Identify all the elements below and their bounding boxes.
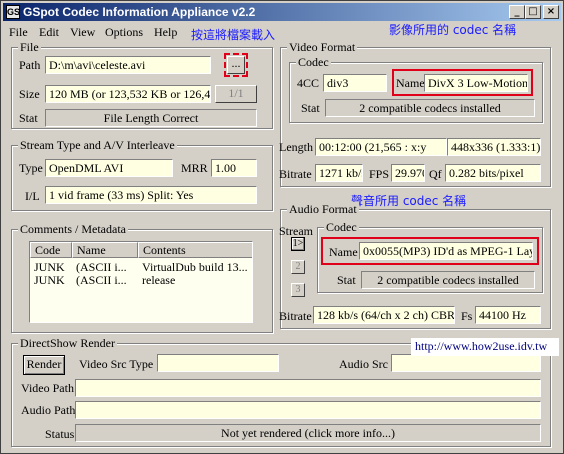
file-stat-field: File Length Correct xyxy=(45,109,257,127)
type-field: OpenDML AVI xyxy=(45,159,173,177)
dims-field: 448x336 (1.333:1) [=16 xyxy=(447,138,541,156)
audio-stat-label: Stat xyxy=(337,273,356,287)
video-stat-label: Stat xyxy=(301,101,320,115)
qf-label: Qf xyxy=(429,167,442,181)
audio-name-label: Name xyxy=(329,245,358,259)
size-field: 120 MB (or 123,532 KB or 126,4! xyxy=(45,85,211,103)
audio-format-title: Audio Format xyxy=(287,202,359,216)
audio-codec-annotation: 聲音所用 codec 名稱 xyxy=(351,194,467,208)
fs-field: 44100 Hz xyxy=(475,306,541,324)
video-bitrate-field: 1271 kb/s xyxy=(315,164,363,182)
comment-row-1-contents: VirtualDub build 13... xyxy=(142,260,248,274)
stat-label: Stat xyxy=(19,111,38,125)
file-group-title: File xyxy=(18,40,41,54)
video-src-type-field xyxy=(157,354,279,372)
column-header-code[interactable]: Code xyxy=(30,242,72,258)
menu-edit[interactable]: Edit xyxy=(39,25,59,40)
audio-stream-1-button[interactable]: 1> xyxy=(291,237,305,251)
status-field: Not yet rendered (click more info...) xyxy=(75,424,541,442)
path-label: Path xyxy=(19,58,41,72)
audio-bitrate-label: Bitrate xyxy=(279,309,312,323)
window-title: GSpot Codec Information Appliance v2.2 xyxy=(23,5,256,19)
comment-row-1-name: (ASCII i... xyxy=(76,260,127,274)
video-bitrate-label: Bitrate xyxy=(279,167,312,181)
column-header-name[interactable]: Name xyxy=(72,242,138,258)
close-icon[interactable]: × xyxy=(543,5,559,19)
il-label: I/L xyxy=(25,189,40,203)
browse-highlight xyxy=(224,53,248,77)
menu-help[interactable]: Help xyxy=(154,25,177,40)
fps-label: FPS xyxy=(369,167,390,181)
comment-row-2-code: JUNK xyxy=(34,273,65,287)
comment-row-2-contents: release xyxy=(142,273,176,287)
video-codec-title: Codec xyxy=(296,55,331,69)
length-field: 00:12:00 (21,565 : x:y xyxy=(315,138,447,156)
video-path-field xyxy=(75,379,541,397)
comment-row-2-name: (ASCII i... xyxy=(76,273,127,287)
menu-view[interactable]: View xyxy=(70,25,95,40)
audio-stream-2-button[interactable]: 2 xyxy=(291,260,305,274)
type-label: Type xyxy=(19,161,43,175)
video-name-field: DivX 3 Low-Motion xyxy=(424,74,528,92)
audio-path-label: Audio Path xyxy=(21,403,76,417)
mrr-field: 1.00 xyxy=(211,159,257,177)
minimize-icon[interactable]: _ xyxy=(509,5,525,19)
audio-stream-3-button[interactable]: 3 xyxy=(291,283,305,297)
render-button[interactable]: Render xyxy=(23,355,65,375)
title-bar: GS GSpot Codec Information Appliance v2.… xyxy=(3,3,561,21)
size-page-button[interactable]: 1/1 xyxy=(215,85,257,103)
il-field: 1 vid frame (33 ms) Split: Yes xyxy=(45,186,257,204)
browse-hint-annotation: 按這將檔案載入 xyxy=(191,28,276,42)
comments-list[interactable]: Code Name Contents JUNK (ASCII i... Virt… xyxy=(29,241,253,323)
fs-label: Fs xyxy=(461,309,473,323)
audio-path-field xyxy=(75,401,541,419)
video-stat-field: 2 compatible codecs installed xyxy=(325,99,535,117)
website-url: http://www.how2use.idv.tw xyxy=(411,338,559,356)
app-icon: GS xyxy=(6,5,21,19)
audio-bitrate-field: 128 kb/s (64/ch x 2 ch) CBR xyxy=(313,306,455,324)
menu-options[interactable]: Options xyxy=(105,25,143,40)
audio-codec-title: Codec xyxy=(324,220,359,234)
comments-group-title: Comments / Metadata xyxy=(18,222,128,236)
qf-field: 0.282 bits/pixel xyxy=(445,164,541,182)
main-window: GS GSpot Codec Information Appliance v2.… xyxy=(0,0,564,454)
fps-field: 29.970 xyxy=(391,164,425,182)
video-format-title: Video Format xyxy=(287,40,358,54)
fourcc-label: 4CC xyxy=(297,76,320,90)
video-codec-annotation: 影像所用的 codec 名稱 xyxy=(389,23,517,37)
video-src-type-label: Video Src Type xyxy=(79,357,154,371)
size-label: Size xyxy=(19,87,40,101)
audio-src-field xyxy=(391,354,541,372)
fourcc-field: div3 xyxy=(323,74,387,92)
status-label: Status xyxy=(45,427,75,441)
maximize-icon[interactable]: □ xyxy=(525,5,541,19)
column-header-contents[interactable]: Contents xyxy=(138,242,252,258)
audio-name-field: 0x0055(MP3) ID'd as MPEG-1 Lay xyxy=(359,242,533,260)
video-name-label: Name xyxy=(396,76,425,90)
audio-src-label: Audio Src xyxy=(339,357,388,371)
path-field[interactable]: D:\m\avi\celeste.avi xyxy=(45,56,211,74)
comment-row-1-code: JUNK xyxy=(34,260,65,274)
audio-stat-field: 2 compatible codecs installed xyxy=(361,271,535,289)
directshow-title: DirectShow Render xyxy=(18,336,117,350)
length-label: Length xyxy=(279,140,313,154)
stream-group-title: Stream Type and A/V Interleave xyxy=(18,138,177,152)
video-path-label: Video Path xyxy=(21,381,74,395)
menu-file[interactable]: File xyxy=(9,25,28,40)
mrr-label: MRR xyxy=(181,161,208,175)
